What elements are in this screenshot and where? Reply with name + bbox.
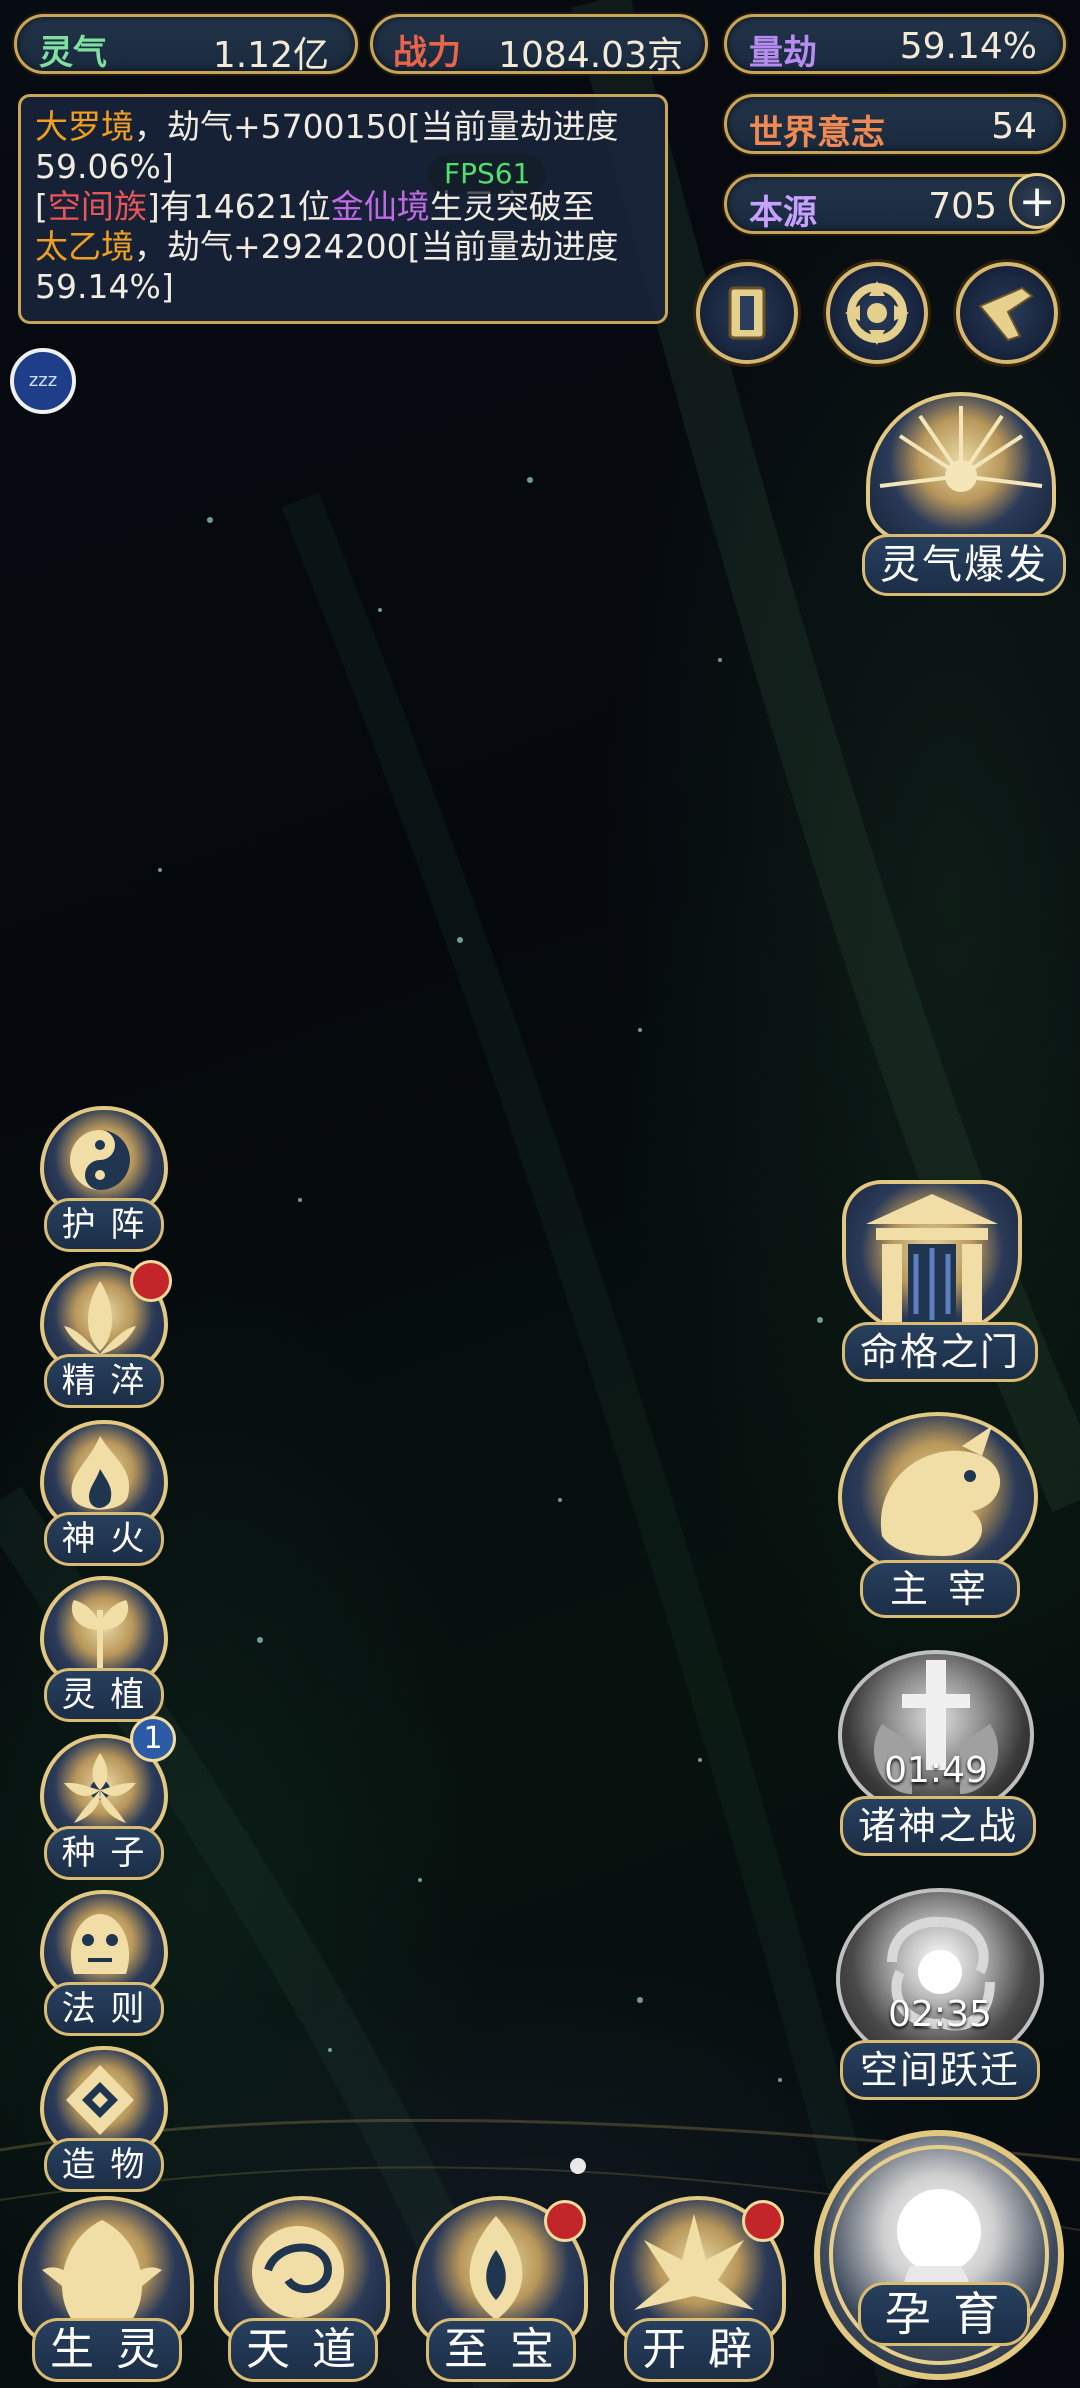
add-benyuan-button[interactable]: +	[1009, 173, 1065, 229]
notification-badge	[742, 2200, 784, 2242]
mingge-button[interactable]	[842, 1180, 1022, 1336]
count-badge: 1	[130, 1716, 176, 1762]
stat-shijie-label: 世界意志	[749, 113, 885, 153]
left-menu-label: 护 阵	[44, 1198, 164, 1252]
stat-shijie-value: 54	[991, 106, 1037, 147]
mingge-label: 命格之门	[842, 1322, 1038, 1382]
starburst-icon	[879, 406, 1043, 492]
realm-text: 大罗境	[35, 107, 134, 146]
realm-text: 太乙境	[35, 227, 134, 266]
bottom-nav-label: 生 灵	[32, 2318, 182, 2382]
stat-liangjie: 量劫 59.14%	[724, 14, 1066, 74]
notification-badge	[130, 1260, 172, 1302]
stat-lingqi: 灵气 1.12亿	[14, 14, 358, 76]
kongjian-label: 空间跃迁	[840, 2040, 1040, 2100]
stat-zhanli-value: 1084.03京	[498, 35, 683, 76]
left-menu-label: 种 子	[44, 1826, 164, 1880]
horn-icon	[978, 286, 1034, 342]
message-text: ]有14621位	[146, 187, 331, 226]
message-text: ，劫气+5700150[当前量劫进度	[134, 107, 619, 146]
stat-zhanli: 战力 1084.03京	[370, 14, 708, 76]
card-button[interactable]	[696, 262, 798, 364]
message-text: ，劫气+2924200[当前量劫进度	[134, 227, 619, 266]
stat-benyuan-value: 705	[928, 186, 997, 227]
clan-text: 空间族	[47, 187, 147, 226]
left-menu-label: 精 淬	[44, 1354, 164, 1408]
message-line: 太乙境，劫气+2924200[当前量劫进度	[35, 227, 651, 267]
stat-benyuan: 本源 705 +	[724, 173, 1065, 234]
message-text: 59.14%]	[35, 267, 174, 306]
zhushen-button[interactable]	[838, 1650, 1034, 1820]
stat-shijie: 世界意志 54	[724, 94, 1066, 154]
zhuzai-button[interactable]	[838, 1412, 1038, 1582]
horn-button[interactable]	[956, 262, 1058, 364]
left-menu-label: 造 物	[44, 2138, 164, 2192]
stat-benyuan-label: 本源	[749, 193, 817, 233]
zhuzai-label: 主 宰	[860, 1560, 1020, 1618]
left-menu-label: 神 火	[44, 1512, 164, 1566]
message-text: 59.06%]	[35, 147, 174, 186]
message-log: 大罗境，劫气+5700150[当前量劫进度 59.06%] [空间族]有1462…	[18, 94, 668, 324]
left-menu-label: 法 则	[44, 1982, 164, 2036]
realm-text: 金仙境	[330, 187, 430, 226]
kongjian-timer: 02:35	[888, 1994, 992, 2035]
yunyu-label: 孕 育	[858, 2282, 1030, 2346]
bottom-nav-label: 至 宝	[426, 2318, 576, 2382]
message-line: 59.14%]	[35, 267, 651, 307]
fps-counter: FPS61	[428, 154, 547, 194]
gate-icon	[866, 1194, 998, 1324]
game-screen: 灵气 1.12亿 战力 1084.03京 量劫 59.14% 世界意志 54 本…	[0, 0, 1080, 2388]
zhushen-label: 诸神之战	[840, 1796, 1036, 1856]
stat-zhanli-label: 战力	[393, 33, 461, 73]
sleep-button[interactable]: zzz	[10, 348, 76, 414]
lingqi-burst-button[interactable]	[866, 392, 1056, 542]
vortex-icon	[845, 281, 909, 345]
message-line: 59.06%]	[35, 147, 651, 187]
message-line: [空间族]有14621位金仙境生灵突破至	[35, 187, 651, 227]
card-icon	[728, 286, 766, 340]
sleep-label: zzz	[28, 370, 58, 391]
dragon-icon	[880, 1426, 1001, 1556]
stat-lingqi-value: 1.12亿	[212, 35, 329, 76]
message-line: 大罗境，劫气+5700150[当前量劫进度	[35, 107, 651, 147]
bottom-nav-label: 开 辟	[624, 2318, 774, 2382]
stat-liangjie-label: 量劫	[749, 33, 817, 73]
notification-badge	[544, 2200, 586, 2242]
left-menu-label: 灵 植	[44, 1668, 164, 1722]
bottom-nav-label: 天 道	[228, 2318, 378, 2382]
zhushen-timer: 01:49	[884, 1750, 988, 1791]
vortex-button[interactable]	[826, 262, 928, 364]
sword-icon	[873, 1660, 999, 1794]
message-text: [	[35, 187, 48, 226]
lingqi-burst-label: 灵气爆发	[862, 534, 1066, 596]
stat-liangjie-value: 59.14%	[899, 26, 1037, 67]
stat-lingqi-label: 灵气	[39, 33, 107, 73]
